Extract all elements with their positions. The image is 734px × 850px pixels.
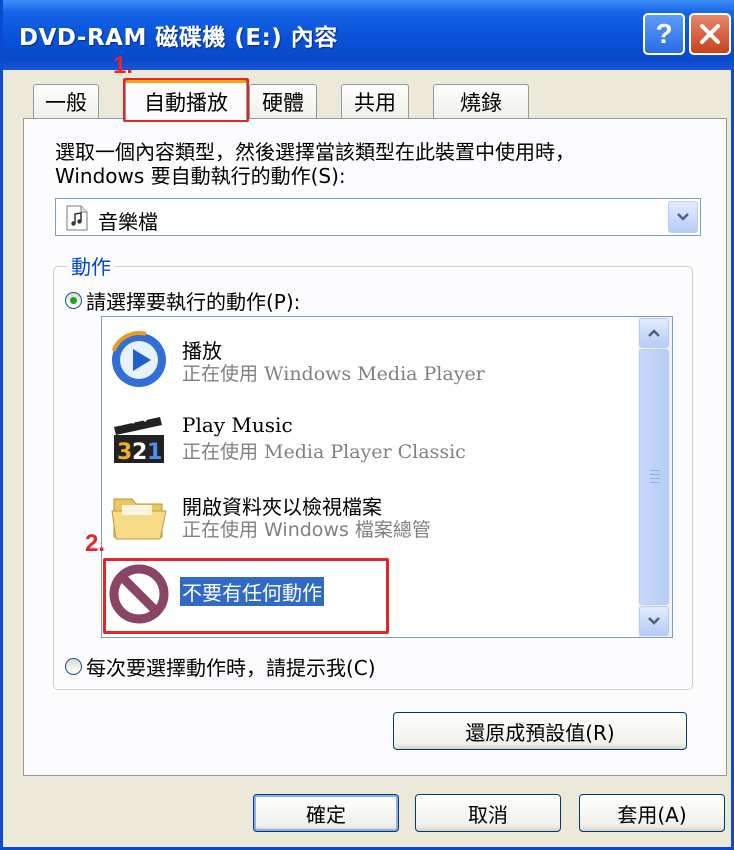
list-item-play-music[interactable]: 3 2 1 Play Music 正在使用 Media Player Class… xyxy=(104,401,634,479)
annotation-box-no-action xyxy=(103,558,389,634)
chevron-up-icon xyxy=(648,329,660,337)
list-scrollbar[interactable] xyxy=(638,317,672,637)
properties-dialog: DVD-RAM 磁碟機 (E:) 內容 ? 一般 自動播放 硬體 共用 燒錄 選… xyxy=(0,0,734,850)
tab-hardware[interactable]: 硬體 xyxy=(249,84,317,118)
scroll-thumb[interactable] xyxy=(639,349,669,605)
cancel-button[interactable]: 取消 xyxy=(415,794,561,832)
help-button[interactable]: ? xyxy=(643,13,685,55)
window-title: DVD-RAM 磁碟機 (E:) 內容 xyxy=(19,25,338,51)
music-file-icon xyxy=(66,205,88,231)
close-icon xyxy=(700,24,720,44)
radio-prompt-each-time[interactable]: 每次要選擇動作時，請提示我(C) xyxy=(65,652,376,681)
tab-general[interactable]: 一般 xyxy=(33,84,99,118)
radio-button-unchecked[interactable] xyxy=(65,658,82,675)
list-item-open-folder[interactable]: 開啟資料夾以檢視檔案 正在使用 Windows 檔案總管 xyxy=(104,479,634,557)
content-type-dropdown[interactable]: 音樂檔 xyxy=(55,198,701,236)
tab-sharing[interactable]: 共用 xyxy=(341,84,409,118)
tab-recording[interactable]: 燒錄 xyxy=(433,84,529,118)
scroll-up-button[interactable] xyxy=(639,318,669,348)
svg-text:2: 2 xyxy=(132,440,147,465)
close-button[interactable] xyxy=(689,13,731,55)
windows-media-player-icon xyxy=(110,331,168,389)
svg-text:1: 1 xyxy=(147,440,162,465)
dropdown-button[interactable] xyxy=(668,201,698,233)
chevron-down-icon xyxy=(648,617,660,625)
chevron-down-icon xyxy=(677,213,689,221)
question-mark-icon: ? xyxy=(655,18,673,49)
annotation-step-2: 2. xyxy=(85,530,106,557)
restore-defaults-button[interactable]: 還原成預設值(R) xyxy=(393,712,687,750)
svg-text:3: 3 xyxy=(117,440,132,465)
content-type-instructions: 選取一個內容類型，然後選擇當該類型在此裝置中使用時， Windows 要自動執行… xyxy=(55,140,575,188)
content-type-value: 音樂檔 xyxy=(98,210,158,234)
radio-button-checked[interactable] xyxy=(65,292,82,309)
action-group-label: 動作 xyxy=(67,251,115,280)
apply-button[interactable]: 套用(A) xyxy=(579,794,725,832)
tab-strip: 一般 自動播放 硬體 共用 燒錄 xyxy=(3,80,734,120)
radio-select-action[interactable]: 請選擇要執行的動作(P): xyxy=(65,286,300,315)
media-player-classic-icon: 3 2 1 xyxy=(114,413,164,465)
tab-autoplay[interactable]: 自動播放 xyxy=(125,80,247,120)
annotation-step-1: 1. xyxy=(113,52,134,79)
ok-button[interactable]: 確定 xyxy=(253,794,399,832)
scroll-down-button[interactable] xyxy=(639,606,669,636)
folder-icon xyxy=(111,498,167,540)
list-item-play[interactable]: 播放 正在使用 Windows Media Player xyxy=(104,323,634,401)
